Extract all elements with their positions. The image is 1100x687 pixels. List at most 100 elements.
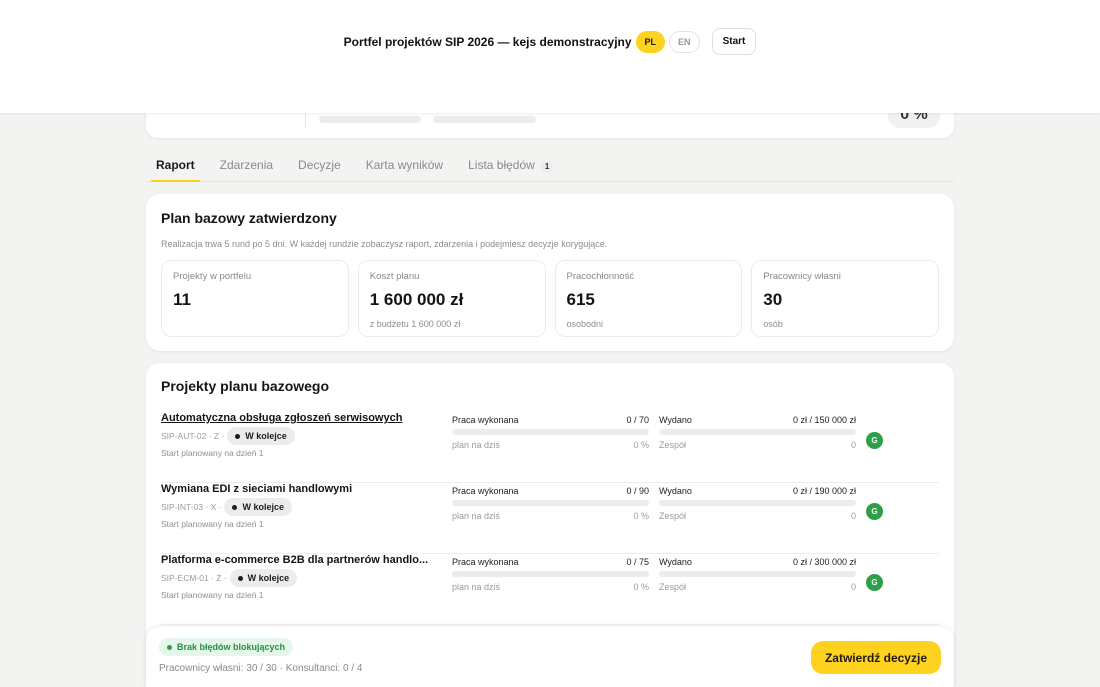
tab-count-badge: 1 — [540, 161, 554, 173]
project-row[interactable]: Automatyczna obsługa zgłoszeń serwisowyc… — [161, 412, 939, 483]
spent-value: 0 zł / 150 000 zł — [792, 415, 856, 425]
stat-sub: osobodni — [566, 319, 604, 329]
work-progress-bar — [452, 500, 649, 506]
tab-lista-bledow[interactable]: Lista błędów 1 — [458, 150, 563, 181]
stat-sub: z budżetu 1 600 000 zł — [369, 319, 461, 329]
health-status-badge: G — [866, 503, 883, 520]
project-status-chip: W kolejce — [224, 498, 292, 516]
status-badge-label: Brak błędów blokujących — [177, 642, 286, 652]
spend-metric: Wydano 0 zł / 300 000 zł Zespół 0 — [659, 557, 856, 592]
stat-label: Pracownicy własni — [763, 271, 841, 282]
work-value: 0 / 70 — [626, 415, 649, 425]
tab-decyzje[interactable]: Decyzje — [288, 150, 351, 181]
spent-label: Wydano — [659, 557, 692, 567]
health-status-badge: G — [866, 432, 883, 449]
spend-metric: Wydano 0 zł / 190 000 zł Zespół 0 — [659, 486, 856, 521]
baseline-description: Realizacja trwa 5 rund po 5 dni. W każde… — [161, 239, 608, 249]
project-name[interactable]: Automatyczna obsługa zgłoszeń serwisowyc… — [161, 412, 439, 424]
team-value: 0 — [850, 440, 856, 450]
action-bar: Brak błędów blokujących Pracownicy własn… — [146, 627, 954, 687]
confirm-decisions-button[interactable]: Zatwierdź decyzje — [810, 641, 941, 674]
baseline-card: Plan bazowy zatwierdzony Realizacja trwa… — [146, 194, 954, 351]
project-list: Automatyczna obsługa zgłoszeń serwisowyc… — [161, 412, 939, 625]
work-label: Praca wykonana — [452, 486, 519, 496]
tab-label: Lista błędów — [468, 158, 535, 172]
project-code: SIP-INT-03 · X · — [161, 502, 222, 512]
tab-label: Decyzje — [298, 158, 341, 172]
tab-zdarzenia[interactable]: Zdarzenia — [210, 150, 283, 181]
spend-metric: Wydano 0 zł / 150 000 zł Zespół 0 — [659, 415, 856, 450]
project-row[interactable]: Wymiana EDI z sieciami handlowymi SIP-IN… — [161, 483, 939, 554]
project-name[interactable]: Platforma e-commerce B2B dla partnerów h… — [161, 554, 439, 566]
health-status-badge: G — [866, 574, 883, 591]
stat-effort: Pracochłonność 615 osobodni — [554, 260, 743, 337]
project-status-chip: W kolejce — [229, 569, 298, 587]
stat-value: 615 — [566, 290, 595, 309]
spend-progress-bar — [659, 571, 856, 577]
summary-progress-bar — [319, 116, 421, 123]
plan-label: plan na dziś — [452, 511, 501, 521]
baseline-title: Plan bazowy zatwierdzony — [161, 210, 337, 226]
plan-label: plan na dziś — [452, 440, 501, 450]
work-progress-bar — [452, 429, 649, 435]
stat-value: 1 600 000 zł — [369, 290, 464, 309]
project-info: Automatyczna obsługa zgłoszeń serwisowyc… — [161, 412, 441, 458]
stat-value: 30 — [763, 290, 783, 309]
tab-karta-wynikow[interactable]: Karta wyników — [356, 150, 453, 181]
spend-progress-bar — [659, 500, 856, 506]
plan-label: plan na dziś — [452, 582, 501, 592]
staff-summary: Pracownicy własni: 30 / 30 · Konsultanci… — [159, 663, 363, 674]
team-label: Zespół — [659, 511, 687, 521]
spent-value: 0 zł / 190 000 zł — [792, 486, 856, 496]
project-name[interactable]: Wymiana EDI z sieciami handlowymi — [161, 483, 439, 495]
stat-label: Pracochłonność — [566, 271, 635, 282]
stats-row: Projekty w portfelu 11 Koszt planu 1 600… — [161, 260, 939, 337]
status-dot-icon — [235, 433, 241, 439]
spent-label: Wydano — [659, 486, 692, 496]
work-value: 0 / 90 — [626, 486, 649, 496]
top-header: Portfel projektów SIP 2026 — kejs demons… — [0, 0, 1100, 113]
project-start: Start planowany na dzień 1 — [161, 590, 264, 600]
status-dot-icon — [232, 504, 238, 510]
stat-staff: Pracownicy własni 30 osób — [751, 260, 939, 337]
projects-title: Projekty planu bazowego — [161, 378, 330, 394]
header-row: Portfel projektów SIP 2026 — kejs demons… — [0, 28, 1100, 55]
lang-pl-button[interactable]: PL — [635, 30, 666, 53]
app-title: Portfel projektów SIP 2026 — kejs demons… — [343, 34, 632, 49]
project-status-chip: W kolejce — [227, 427, 295, 445]
status-label: W kolejce — [245, 431, 287, 441]
lang-en-button[interactable]: EN — [669, 30, 700, 53]
status-dot-icon — [237, 575, 243, 581]
spent-label: Wydano — [659, 415, 692, 425]
tab-bar: Raport Zdarzenia Decyzje Karta wyników L… — [146, 150, 954, 182]
tab-label: Zdarzenia — [219, 158, 274, 172]
team-label: Zespół — [659, 582, 687, 592]
status-badge: Brak błędów blokujących — [159, 638, 294, 656]
status-label: W kolejce — [242, 502, 284, 512]
status-dot-icon — [167, 644, 172, 650]
spent-value: 0 zł / 300 000 zł — [792, 557, 856, 567]
project-code: SIP-ECM-01 · Z · — [161, 573, 227, 583]
tab-raport[interactable]: Raport — [146, 150, 205, 182]
stat-sub: osób — [763, 319, 783, 329]
work-metric: Praca wykonana 0 / 75 plan na dziś 0 % — [452, 557, 649, 592]
tab-label: Raport — [156, 158, 195, 172]
work-label: Praca wykonana — [452, 415, 519, 425]
work-metric: Praca wykonana 0 / 70 plan na dziś 0 % — [452, 415, 649, 450]
project-start: Start planowany na dzień 1 — [161, 519, 264, 529]
plan-value: 0 % — [633, 440, 649, 450]
stat-label: Koszt planu — [369, 271, 420, 282]
team-value: 0 — [850, 582, 856, 592]
start-button[interactable]: Start — [711, 28, 757, 55]
project-start: Start planowany na dzień 1 — [161, 448, 264, 458]
team-value: 0 — [850, 511, 856, 521]
project-row[interactable]: Platforma e-commerce B2B dla partnerów h… — [161, 554, 939, 625]
stat-projects: Projekty w portfelu 11 — [161, 260, 349, 337]
work-label: Praca wykonana — [452, 557, 519, 567]
project-meta: SIP-ECM-01 · Z · W kolejce — [161, 569, 441, 587]
stat-label: Projekty w portfelu — [173, 271, 252, 282]
stat-value: 11 — [173, 290, 191, 309]
plan-value: 0 % — [633, 582, 649, 592]
work-value: 0 / 75 — [626, 557, 649, 567]
project-info: Platforma e-commerce B2B dla partnerów h… — [161, 554, 441, 600]
